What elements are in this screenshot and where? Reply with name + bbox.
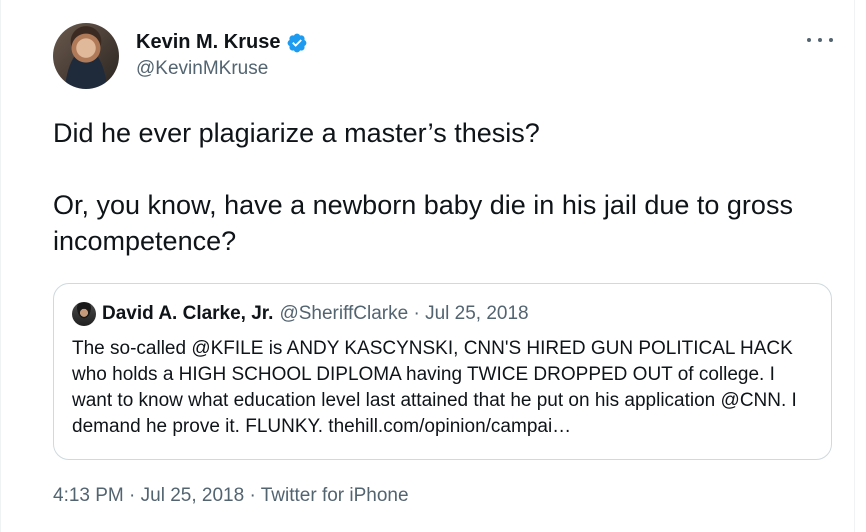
- tweet-timestamp[interactable]: 4:13 PM · Jul 25, 2018 · Twitter for iPh…: [53, 485, 409, 507]
- tweet-card: Kevin M. Kruse @KevinMKruse Did he ever …: [0, 0, 855, 532]
- dot-icon: [807, 38, 811, 42]
- more-options-icon[interactable]: [807, 32, 833, 48]
- dot-icon: [818, 38, 822, 42]
- quoted-author-avatar: [72, 302, 96, 326]
- quoted-tweet-text: The so-called @KFILE is ANDY KASCYNSKI, …: [72, 338, 797, 437]
- author-name-row: Kevin M. Kruse: [136, 31, 308, 54]
- tweet-paragraph: Or, you know, have a newborn baby die in…: [53, 190, 793, 256]
- author-avatar[interactable]: [53, 23, 119, 89]
- quoted-tweet-header: David A. Clarke, Jr. @SheriffClarke · Ju…: [72, 302, 529, 326]
- quoted-tweet[interactable]: David A. Clarke, Jr. @SheriffClarke · Ju…: [53, 283, 832, 460]
- author-handle[interactable]: @KevinMKruse: [136, 58, 268, 80]
- quoted-author-name: David A. Clarke, Jr.: [102, 303, 274, 324]
- quoted-tweet-meta: @SheriffClarke · Jul 25, 2018: [279, 303, 529, 324]
- dot-icon: [829, 38, 833, 42]
- tweet-text: Did he ever plagiarize a master’s thesis…: [53, 115, 843, 259]
- verified-badge-icon: [288, 33, 307, 52]
- author-name[interactable]: Kevin M. Kruse: [136, 31, 280, 54]
- tweet-paragraph: Did he ever plagiarize a master’s thesis…: [53, 118, 540, 148]
